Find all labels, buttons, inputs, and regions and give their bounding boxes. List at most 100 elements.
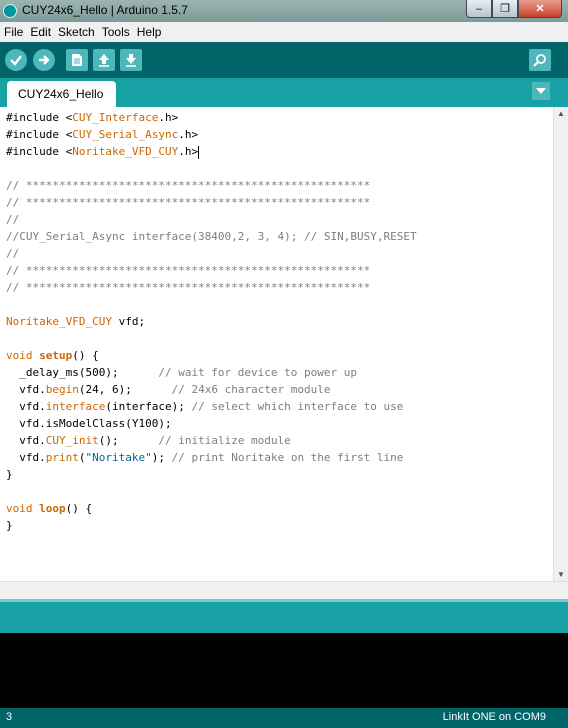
code-line[interactable]: #include <Noritake_VFD_CUY.h> <box>6 143 417 160</box>
code-token: // *************************************… <box>6 196 371 209</box>
code-token: // <box>6 247 20 260</box>
code-line[interactable]: // *************************************… <box>6 279 417 296</box>
console-output <box>0 633 568 708</box>
code-line[interactable]: vfd.interface(interface); // select whic… <box>6 398 417 415</box>
code-token: print <box>45 451 79 464</box>
code-line[interactable]: //CUY_Serial_Async interface(38400,2, 3,… <box>6 228 417 245</box>
code-token: vfd. <box>6 400 46 413</box>
code-token: CUY_Interface <box>72 111 159 124</box>
code-line[interactable]: vfd.isModelClass(Y100); <box>6 415 417 432</box>
code-token: // *************************************… <box>6 264 371 277</box>
save-sketch-button[interactable] <box>120 49 142 71</box>
code-token: Noritake_VFD_CUY <box>72 145 179 158</box>
code-line[interactable]: #include <CUY_Serial_Async.h> <box>6 126 417 143</box>
menu-help[interactable]: Help <box>133 22 165 39</box>
code-line[interactable]: // <box>6 211 417 228</box>
title-bar: CUY24x6_Hello | Arduino 1.5.7 – ❐ ✕ <box>0 0 568 22</box>
code-line[interactable]: void setup() { <box>6 347 417 364</box>
message-area <box>0 599 568 633</box>
menu-edit[interactable]: Edit <box>26 22 54 39</box>
upload-icon <box>39 55 50 65</box>
code-line[interactable]: // <box>6 245 417 262</box>
code-token: (interface); <box>105 400 192 413</box>
code-token: void <box>6 349 33 362</box>
code-line[interactable] <box>6 296 417 313</box>
tab-cuy24x6-hello[interactable]: CUY24x6_Hello <box>7 81 116 107</box>
code-line[interactable]: } <box>6 466 417 483</box>
menu-tools[interactable]: Tools <box>98 22 133 39</box>
code-token: #include < <box>6 145 73 158</box>
code-token: vfd; <box>111 315 146 328</box>
menu-sketch[interactable]: Sketch <box>54 22 98 39</box>
chevron-down-icon <box>536 88 546 94</box>
code-token: "Noritake" <box>85 451 152 464</box>
tab-label: CUY24x6_Hello <box>18 87 104 101</box>
scroll-down-icon[interactable]: ▼ <box>557 570 565 579</box>
tab-menu-button[interactable] <box>532 82 550 100</box>
code-token: #include < <box>6 128 73 141</box>
code-token: // print Noritake on the first line <box>171 451 404 464</box>
code-token: Noritake_VFD_CUY <box>6 315 112 328</box>
verify-icon <box>10 55 22 66</box>
code-token: // *************************************… <box>6 179 371 192</box>
text-cursor <box>198 145 200 159</box>
code-line[interactable]: vfd.CUY_init(); // initialize module <box>6 432 417 449</box>
code-line[interactable]: void loop() { <box>6 500 417 517</box>
verify-button[interactable] <box>5 49 27 71</box>
code-token: (24, 6); <box>78 383 172 396</box>
menu-bar: File Edit Sketch Tools Help <box>0 22 568 42</box>
code-line[interactable]: _delay_ms(500); // wait for device to po… <box>6 364 417 381</box>
upload-button[interactable] <box>33 49 55 71</box>
code-token: // <box>6 213 20 226</box>
code-line[interactable]: // *************************************… <box>6 194 417 211</box>
code-token: #include < <box>6 111 73 124</box>
code-token: //CUY_Serial_Async interface(38400,2, 3,… <box>6 230 417 243</box>
code-token: // *************************************… <box>6 281 371 294</box>
serial-monitor-button[interactable] <box>529 49 551 71</box>
code-token: () { <box>65 502 93 515</box>
close-button[interactable]: ✕ <box>518 0 562 18</box>
code-token: setup <box>39 349 73 362</box>
code-token: () { <box>72 349 99 362</box>
window-title: CUY24x6_Hello | Arduino 1.5.7 <box>22 3 188 17</box>
code-editor[interactable]: #include <CUY_Interface.h> #include <CUY_… <box>0 107 568 581</box>
code-token: .h> <box>178 128 199 141</box>
code-line[interactable]: } <box>6 517 417 534</box>
code-token: CUY_init <box>45 434 99 447</box>
code-line[interactable]: #include <CUY_Interface.h> <box>6 109 417 126</box>
code-token: (); <box>98 434 159 447</box>
menu-file[interactable]: File <box>0 22 26 39</box>
code-token: CUY_Serial_Async <box>72 128 179 141</box>
scroll-up-icon[interactable]: ▲ <box>557 109 565 118</box>
board-port-label: LinkIt ONE on COM9 <box>442 711 546 723</box>
code-token: vfd. <box>6 434 46 447</box>
code-line[interactable] <box>6 483 417 500</box>
code-token: .h> <box>178 145 199 158</box>
code-token: ( <box>78 451 86 464</box>
window-controls: – ❐ ✕ <box>466 0 562 18</box>
toolbar <box>0 42 568 78</box>
code-token: vfd.isModelClass(Y100); <box>6 417 172 430</box>
code-line[interactable]: // *************************************… <box>6 177 417 194</box>
code-line[interactable] <box>6 330 417 347</box>
code-token: begin <box>45 383 79 396</box>
code-token: // initialize module <box>158 434 291 447</box>
minimize-button[interactable]: – <box>466 0 492 18</box>
code-token: ); <box>151 451 172 464</box>
code-token: // select which interface to use <box>191 400 404 413</box>
code-line[interactable]: vfd.print("Noritake"); // print Noritake… <box>6 449 417 466</box>
code-token: vfd. <box>6 383 46 396</box>
code-text[interactable]: #include <CUY_Interface.h> #include <CUY_… <box>6 109 417 534</box>
horizontal-scrollbar[interactable] <box>0 581 568 599</box>
new-sketch-button[interactable] <box>66 49 88 71</box>
code-line[interactable]: vfd.begin(24, 6); // 24x6 character modu… <box>6 381 417 398</box>
code-line[interactable] <box>6 160 417 177</box>
save-icon <box>126 54 136 67</box>
maximize-button[interactable]: ❐ <box>492 0 518 18</box>
code-line[interactable]: Noritake_VFD_CUY vfd; <box>6 313 417 330</box>
vertical-scrollbar[interactable]: ▲ ▼ <box>553 107 568 581</box>
code-line[interactable]: // *************************************… <box>6 262 417 279</box>
serial-monitor-icon <box>533 54 546 67</box>
open-sketch-button[interactable] <box>93 49 115 71</box>
arduino-logo-icon <box>3 4 17 18</box>
